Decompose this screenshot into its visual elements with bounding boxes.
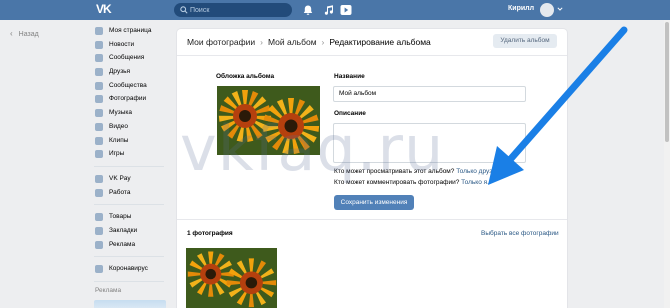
album-description-input[interactable] bbox=[333, 123, 526, 163]
cover-label: Обложка альбома bbox=[216, 73, 275, 80]
sidebar-item-label: Коронавирус bbox=[109, 265, 148, 273]
sidebar-divider bbox=[94, 204, 164, 206]
album-cover-image[interactable] bbox=[217, 86, 320, 155]
photo-count: 1 фотография bbox=[187, 230, 233, 237]
search-icon bbox=[180, 6, 188, 14]
avatar[interactable] bbox=[540, 3, 554, 17]
breadcrumb-current: Редактирование альбома bbox=[329, 37, 431, 47]
sidebar-item-coronavirus[interactable]: Коронавирус bbox=[94, 262, 174, 276]
sidebar-item-clips[interactable]: Клипы bbox=[94, 134, 174, 148]
select-all-photos-link[interactable]: Выбрать все фотографии bbox=[481, 230, 559, 237]
communities-icon bbox=[95, 81, 103, 90]
sidebar-item-camera[interactable]: Фотографии bbox=[94, 92, 174, 106]
user-name[interactable]: Кирилл bbox=[508, 5, 534, 12]
sidebar-item-news[interactable]: Новости bbox=[94, 38, 174, 52]
flower-image bbox=[217, 86, 320, 155]
sidebar-item-label: Новости bbox=[109, 40, 135, 48]
clips-icon bbox=[95, 136, 103, 145]
photo-thumbnail[interactable] bbox=[186, 248, 277, 308]
video-icon bbox=[95, 122, 103, 131]
sidebar-item-communities[interactable]: Сообщества bbox=[94, 79, 174, 93]
sidebar-item-vkpay[interactable]: VK Pay bbox=[94, 172, 174, 186]
work-icon bbox=[95, 188, 103, 197]
privacy-comment-link[interactable]: Только я. bbox=[461, 179, 489, 186]
chevron-left-icon: ‹ bbox=[10, 29, 13, 38]
sidebar-item-label: Видео bbox=[109, 122, 128, 130]
breadcrumb: Мои фотографии › Мой альбом › Редактирование… bbox=[187, 37, 431, 47]
back-label: Назад bbox=[18, 31, 39, 38]
sidebar-item-label: Закладки bbox=[109, 226, 138, 234]
privacy-view-link[interactable]: Только друзья bbox=[456, 168, 499, 175]
bell-icon[interactable] bbox=[302, 4, 314, 16]
sidebar-item-home[interactable]: Моя страница bbox=[94, 24, 174, 38]
save-changes-button[interactable]: Сохранить изменения bbox=[334, 195, 414, 210]
sidebar-divider bbox=[94, 256, 164, 258]
sidebar-item-bookmark[interactable]: Закладки bbox=[94, 224, 174, 238]
delete-album-button[interactable]: Удалить альбом bbox=[493, 34, 557, 48]
breadcrumb-my-album[interactable]: Мой альбом bbox=[268, 37, 317, 47]
privacy-comment-text: Кто может комментировать фотографии? bbox=[334, 179, 460, 186]
sidebar: Моя страница Новости Сообщения Друзья Сообще… bbox=[94, 24, 174, 308]
sidebar-divider bbox=[94, 165, 164, 167]
description-label: Описание bbox=[334, 110, 366, 117]
sidebar-item-label: Товары bbox=[109, 213, 132, 221]
sidebar-item-label: Сообщества bbox=[109, 81, 147, 89]
ads-label: Реклама bbox=[95, 287, 122, 294]
music-icon bbox=[95, 109, 103, 118]
section-divider bbox=[177, 219, 567, 220]
music-note-icon[interactable] bbox=[323, 4, 335, 16]
chevron-right-icon: › bbox=[321, 37, 325, 47]
search-input[interactable] bbox=[190, 4, 288, 16]
sidebar-item-label: VK Pay bbox=[109, 174, 131, 182]
sidebar-item-work[interactable]: Работа bbox=[94, 186, 174, 200]
album-edit-card: Мои фотографии › Мой альбом › Редактирование… bbox=[177, 29, 567, 308]
sidebar-item-label: Фотографии bbox=[109, 95, 147, 103]
sidebar-item-label: Сообщения bbox=[109, 54, 145, 62]
name-label: Название bbox=[334, 73, 365, 80]
bookmark-icon bbox=[95, 226, 103, 235]
sidebar-item-ads[interactable]: Реклама bbox=[94, 238, 174, 252]
sidebar-item-label: Музыка bbox=[109, 109, 132, 117]
games-icon bbox=[95, 150, 103, 159]
header-divider bbox=[177, 55, 567, 56]
camera-icon bbox=[95, 95, 103, 104]
sidebar-item-music[interactable]: Музыка bbox=[94, 106, 174, 120]
sidebar-item-friends[interactable]: Друзья bbox=[94, 65, 174, 79]
sidebar-item-label: Игры bbox=[109, 150, 125, 158]
scrollbar[interactable] bbox=[664, 20, 670, 308]
flower-image bbox=[186, 248, 277, 308]
play-icon[interactable] bbox=[340, 4, 352, 16]
privacy-view-text: Кто может просматривать этот альбом? bbox=[334, 168, 455, 175]
vk-logo[interactable]: VK bbox=[96, 3, 114, 16]
news-icon bbox=[95, 40, 103, 49]
coronavirus-icon bbox=[95, 265, 103, 274]
friends-icon bbox=[95, 68, 103, 77]
back-link[interactable]: ‹ Назад bbox=[10, 29, 39, 38]
sidebar-item-label: Моя страница bbox=[109, 27, 152, 34]
ads-icon bbox=[95, 240, 103, 249]
ad-image[interactable] bbox=[94, 300, 166, 308]
vkpay-icon bbox=[95, 174, 103, 183]
sidebar-item-label: Работа bbox=[109, 188, 131, 196]
privacy-comment-row: Кто может комментировать фотографии? Тол… bbox=[334, 179, 489, 186]
chevron-right-icon: › bbox=[260, 37, 263, 47]
album-name-input[interactable]: Мой альбом bbox=[333, 86, 526, 102]
sidebar-item-video[interactable]: Видео bbox=[94, 120, 174, 134]
chevron-down-icon[interactable] bbox=[557, 6, 563, 12]
scrollbar-thumb[interactable] bbox=[665, 22, 669, 142]
search-box[interactable] bbox=[174, 3, 292, 17]
sidebar-item-label: Друзья bbox=[109, 68, 131, 76]
sidebar-item-label: Клипы bbox=[109, 136, 129, 144]
breadcrumb-my-photos[interactable]: Мои фотографии bbox=[187, 37, 255, 47]
sidebar-item-messages[interactable]: Сообщения bbox=[94, 51, 174, 65]
sidebar-divider bbox=[94, 281, 164, 282]
messages-icon bbox=[95, 54, 103, 63]
sidebar-item-games[interactable]: Игры bbox=[94, 147, 174, 161]
goods-icon bbox=[95, 213, 103, 222]
sidebar-item-goods[interactable]: Товары bbox=[94, 210, 174, 224]
sidebar-item-label: Реклама bbox=[109, 240, 136, 248]
privacy-view-row: Кто может просматривать этот альбом? Тол… bbox=[334, 168, 499, 175]
top-bar: VK Кирилл bbox=[0, 0, 670, 20]
home-icon bbox=[95, 27, 103, 35]
